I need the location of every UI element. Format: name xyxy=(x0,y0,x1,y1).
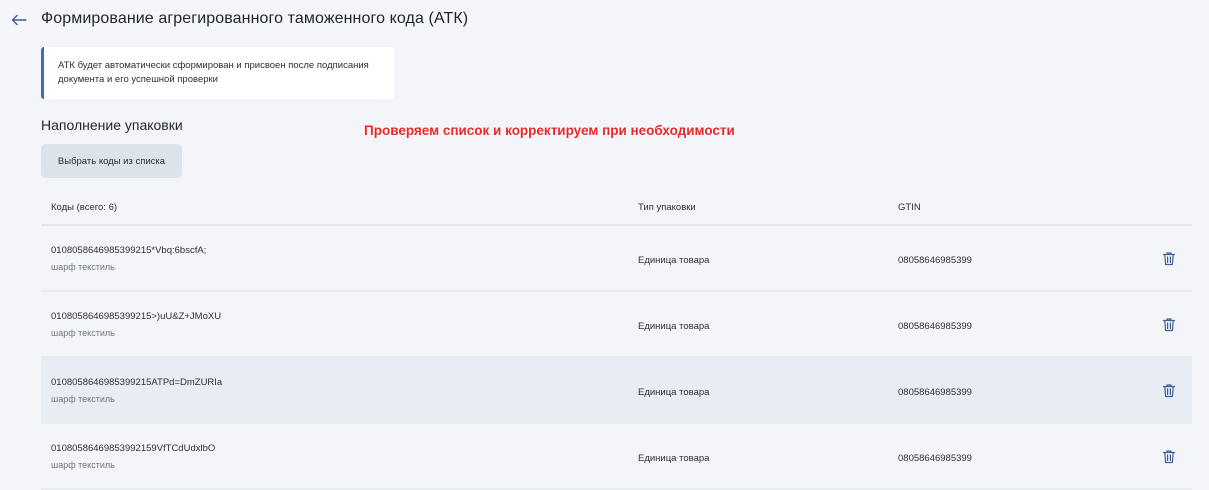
row-code: 0108058646985399215>)uU&Z+JMoXU xyxy=(51,311,222,322)
row-gtin: 08058646985399 xyxy=(898,453,972,464)
row-product-name: шарф текстиль xyxy=(51,460,115,470)
table-row: 0108058646985399215>)uU&Z+JMoXU шарф тек… xyxy=(41,292,1192,358)
row-gtin: 08058646985399 xyxy=(898,387,972,398)
trash-icon xyxy=(1162,383,1176,397)
delete-button[interactable] xyxy=(1161,316,1177,332)
delete-button[interactable] xyxy=(1161,250,1177,266)
info-banner: АТК будет автоматически сформирован и пр… xyxy=(41,47,394,99)
row-product-name: шарф текстиль xyxy=(51,328,115,338)
info-text-line-2: документа и его успешной проверки xyxy=(58,74,218,85)
row-gtin: 08058646985399 xyxy=(898,321,972,332)
table-row: 0108058646985399215ATPd=DmZURIa шарф тек… xyxy=(41,358,1192,424)
row-package-type: Единица товара xyxy=(638,387,710,398)
delete-button[interactable] xyxy=(1161,382,1177,398)
header-codes: Коды (всего: 6) xyxy=(51,202,118,213)
trash-icon xyxy=(1162,317,1176,331)
back-button[interactable] xyxy=(9,10,29,30)
row-code: 01080586469853992159VfTCdUdxlbO xyxy=(51,443,216,454)
header-gtin: GTIN xyxy=(898,202,921,213)
row-gtin: 08058646985399 xyxy=(898,255,972,266)
section-title: Наполнение упаковки xyxy=(41,117,183,133)
header-package-type: Тип упаковки xyxy=(638,202,696,213)
table-row: 01080586469853992159VfTCdUdxlbO шарф тек… xyxy=(41,424,1192,490)
table-row: 0108058646985399215*Vbq:6bscfA; шарф тек… xyxy=(41,226,1192,292)
table-header: Коды (всего: 6) Тип упаковки GTIN xyxy=(41,193,1192,226)
codes-table: Коды (всего: 6) Тип упаковки GTIN 010805… xyxy=(41,193,1192,490)
row-code: 0108058646985399215*Vbq:6bscfA; xyxy=(51,245,207,256)
trash-icon xyxy=(1162,251,1176,265)
arrow-left-icon xyxy=(11,14,27,26)
info-text-line-1: АТК будет автоматически сформирован и пр… xyxy=(58,60,369,71)
row-code: 0108058646985399215ATPd=DmZURIa xyxy=(51,377,223,388)
row-product-name: шарф текстиль xyxy=(51,262,115,272)
page-title: Формирование агрегированного таможенного… xyxy=(41,10,469,27)
row-package-type: Единица товара xyxy=(638,453,710,464)
row-package-type: Единица товара xyxy=(638,321,710,332)
trash-icon xyxy=(1162,449,1176,463)
select-codes-button[interactable]: Выбрать коды из списка xyxy=(41,144,182,178)
row-product-name: шарф текстиль xyxy=(51,394,115,404)
annotation-note: Проверяем список и корректируем при необ… xyxy=(364,123,735,138)
row-package-type: Единица товара xyxy=(638,255,710,266)
delete-button[interactable] xyxy=(1161,448,1177,464)
